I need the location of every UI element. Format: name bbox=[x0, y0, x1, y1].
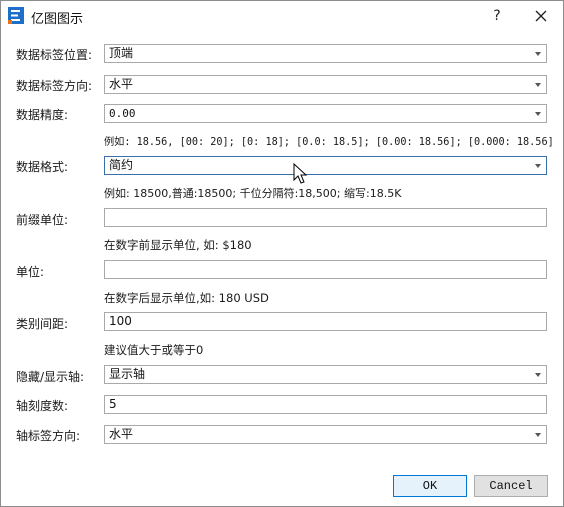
chevron-down-icon bbox=[535, 52, 541, 56]
category-spacing-hint: 建议值大于或等于0 bbox=[104, 343, 204, 357]
unit-input[interactable] bbox=[104, 260, 547, 279]
chevron-down-icon bbox=[535, 433, 541, 437]
format-hint: 例如: 18500,普通:18500; 千位分隔符:18,500; 缩写:18.… bbox=[104, 187, 402, 200]
window-title: 亿图图示 bbox=[31, 12, 84, 27]
precision-select[interactable]: 0.00 bbox=[104, 104, 547, 123]
close-icon[interactable] bbox=[529, 5, 553, 27]
title-bar: 亿图图示 ? bbox=[1, 1, 563, 31]
axis-visibility-select[interactable]: 显示轴 bbox=[104, 365, 547, 384]
edraw-app-icon bbox=[8, 7, 24, 24]
precision-hint: 例如: 18.56, [00: 20]; [0: 18]; [0.0: 18.5… bbox=[104, 137, 554, 148]
unit-label: 单位: bbox=[16, 265, 45, 279]
dialog-window: 亿图图示 ? 数据标签位置: 顶端 数据标签方向: 水平 数据精度: 0.00 … bbox=[0, 0, 564, 507]
tick-count-input[interactable]: 5 bbox=[104, 395, 547, 414]
axis-label-direction-label: 轴标签方向: bbox=[16, 429, 81, 443]
label-direction-select[interactable]: 水平 bbox=[104, 75, 547, 94]
label-direction-label: 数据标签方向: bbox=[16, 79, 93, 93]
format-label: 数据格式: bbox=[16, 160, 69, 174]
cancel-button[interactable]: Cancel bbox=[474, 475, 548, 497]
mouse-pointer-icon bbox=[293, 163, 308, 184]
chevron-down-icon bbox=[535, 373, 541, 377]
prefix-unit-input[interactable] bbox=[104, 208, 547, 227]
axis-visibility-label: 隐藏/显示轴: bbox=[16, 370, 85, 384]
ok-button[interactable]: OK bbox=[393, 475, 467, 497]
axis-label-direction-select[interactable]: 水平 bbox=[104, 425, 547, 444]
format-select[interactable]: 简约 bbox=[104, 156, 547, 175]
help-button[interactable]: ? bbox=[487, 5, 507, 27]
precision-label: 数据精度: bbox=[16, 108, 69, 122]
axis-visibility-value: 显示轴 bbox=[109, 367, 146, 381]
chevron-down-icon bbox=[535, 164, 541, 168]
prefix-unit-label: 前缀单位: bbox=[16, 213, 69, 227]
format-value: 简约 bbox=[109, 158, 134, 172]
precision-value: 0.00 bbox=[109, 107, 136, 120]
tick-count-label: 轴刻度数: bbox=[16, 399, 69, 413]
label-position-label: 数据标签位置: bbox=[16, 48, 93, 62]
category-spacing-input[interactable]: 100 bbox=[104, 312, 547, 331]
label-direction-value: 水平 bbox=[109, 77, 134, 91]
category-spacing-label: 类别间距: bbox=[16, 317, 69, 331]
axis-label-direction-value: 水平 bbox=[109, 427, 134, 441]
chevron-down-icon bbox=[535, 112, 541, 116]
unit-hint: 在数字后显示单位,如: 180 USD bbox=[104, 291, 269, 305]
chevron-down-icon bbox=[535, 83, 541, 87]
label-position-value: 顶端 bbox=[109, 46, 134, 60]
label-position-select[interactable]: 顶端 bbox=[104, 44, 547, 63]
prefix-unit-hint: 在数字前显示单位, 如: $180 bbox=[104, 238, 252, 252]
